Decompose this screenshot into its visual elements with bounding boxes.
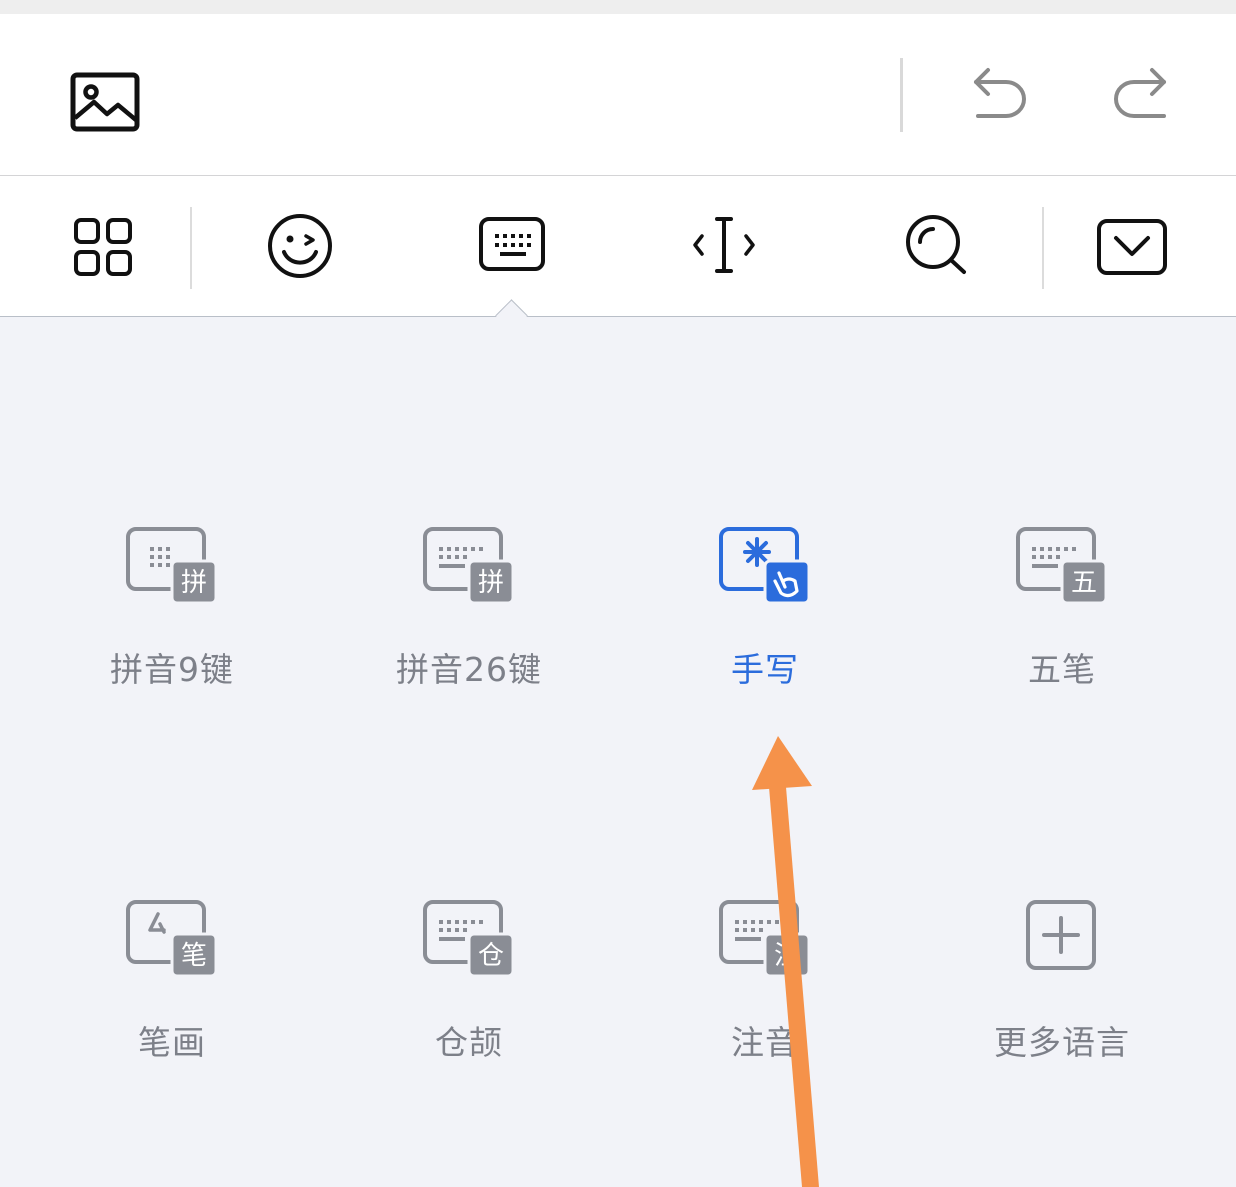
layout-zhuyin[interactable]: 注 注音 bbox=[655, 900, 875, 1100]
status-strip bbox=[0, 0, 1236, 14]
emoji-icon[interactable] bbox=[266, 212, 334, 280]
svg-text:五: 五 bbox=[1071, 568, 1097, 598]
svg-text:注: 注 bbox=[774, 941, 800, 971]
toolbar-divider bbox=[900, 58, 903, 132]
undo-icon[interactable] bbox=[970, 66, 1030, 122]
collapse-keyboard-icon[interactable] bbox=[1096, 218, 1168, 276]
svg-text:笔: 笔 bbox=[181, 941, 207, 971]
toolbar-divider bbox=[1042, 207, 1044, 289]
cangjie-icon: 仓 bbox=[423, 900, 515, 978]
keyboard-toolbar bbox=[0, 176, 1236, 317]
handwriting-icon bbox=[719, 527, 811, 605]
redo-icon[interactable] bbox=[1110, 66, 1170, 122]
search-icon[interactable] bbox=[904, 214, 968, 276]
pinyin-26-key-icon: 拼 bbox=[423, 527, 515, 605]
more-languages-icon bbox=[1026, 900, 1096, 970]
toolbar-divider bbox=[190, 207, 192, 289]
pinyin-9-key-icon: 拼 bbox=[126, 527, 218, 605]
layout-label: 仓颉 bbox=[435, 1023, 503, 1062]
layout-stroke[interactable]: 笔 笔画 bbox=[62, 900, 282, 1100]
layout-pinyin-26-key[interactable]: 拼 拼音26键 bbox=[359, 527, 579, 727]
layout-more-languages[interactable]: 更多语言 bbox=[952, 900, 1172, 1100]
layout-label: 五笔 bbox=[1028, 650, 1096, 689]
layout-cangjie[interactable]: 仓 仓颉 bbox=[359, 900, 579, 1100]
stroke-icon: 笔 bbox=[126, 900, 218, 978]
layout-label: 拼音26键 bbox=[396, 650, 542, 689]
layout-label: 拼音9键 bbox=[110, 650, 234, 689]
layout-pinyin-9-key[interactable]: 拼 拼音9键 bbox=[62, 527, 282, 727]
layout-label: 手写 bbox=[731, 650, 799, 689]
keyboard-icon[interactable] bbox=[478, 216, 546, 272]
svg-text:仓: 仓 bbox=[478, 941, 504, 971]
wubi-icon: 五 bbox=[1016, 527, 1108, 605]
layout-label: 更多语言 bbox=[994, 1023, 1130, 1062]
apps-grid-icon[interactable] bbox=[72, 216, 134, 278]
image-icon[interactable] bbox=[70, 72, 140, 132]
top-toolbar bbox=[0, 14, 1236, 176]
layout-handwriting[interactable]: 手写 bbox=[655, 527, 875, 727]
keyboard-layout-panel: 拼 拼音9键 拼 拼音26键 手写 五 五笔 笔 笔画 仓 仓颉 注 注音 更多… bbox=[0, 317, 1236, 1187]
layout-wubi[interactable]: 五 五笔 bbox=[952, 527, 1172, 727]
svg-text:拼: 拼 bbox=[478, 568, 504, 598]
zhuyin-icon: 注 bbox=[719, 900, 811, 978]
layout-label: 笔画 bbox=[138, 1023, 206, 1062]
svg-text:拼: 拼 bbox=[181, 568, 207, 598]
cursor-move-icon[interactable] bbox=[690, 214, 758, 276]
layout-label: 注音 bbox=[731, 1023, 799, 1062]
